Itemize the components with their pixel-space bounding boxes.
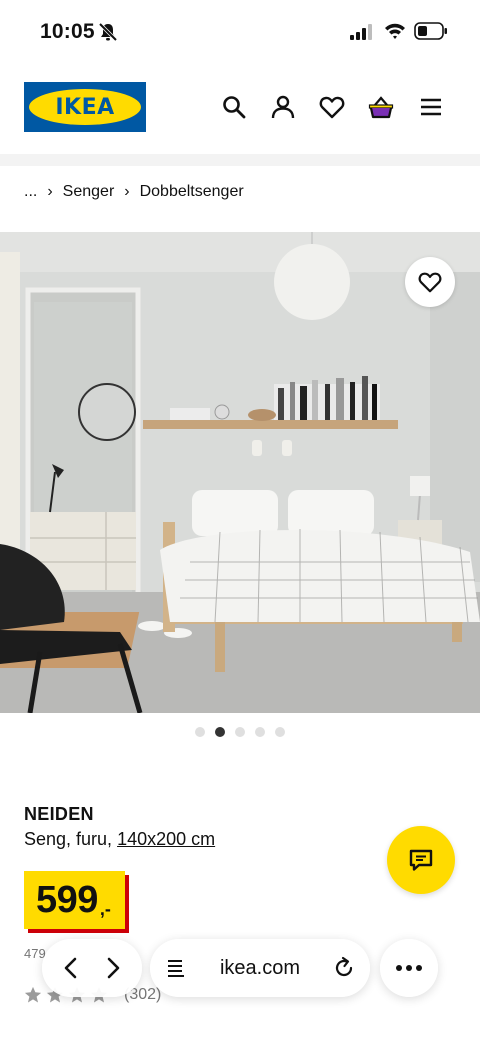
heart-outline-icon: [418, 272, 442, 293]
carousel-dot[interactable]: [195, 727, 205, 737]
site-header: IKEA: [0, 62, 480, 154]
status-time: 10:05: [40, 20, 95, 43]
user-icon[interactable]: [270, 94, 296, 120]
ikea-logo[interactable]: IKEA: [24, 82, 146, 132]
browser-url-bar[interactable]: ikea.com: [150, 939, 370, 997]
product-name: NEIDEN: [24, 804, 94, 824]
menu-icon[interactable]: [418, 94, 444, 120]
browser-nav-pill: [42, 939, 142, 997]
product-type: Seng, furu,: [24, 829, 118, 849]
carousel-dot[interactable]: [255, 727, 265, 737]
back-arrow-icon[interactable]: [60, 955, 82, 981]
logo-oval: IKEA: [29, 89, 141, 125]
signal-icon: [350, 24, 372, 40]
carousel-dot[interactable]: [235, 727, 245, 737]
header-divider: [0, 154, 480, 166]
more-options-button[interactable]: [380, 939, 438, 997]
logo-text: IKEA: [55, 94, 115, 120]
reload-icon[interactable]: [332, 956, 356, 980]
status-bar: 10:05: [0, 0, 480, 62]
carousel-dot-active[interactable]: [215, 727, 225, 737]
heart-icon[interactable]: [319, 94, 345, 120]
product-size-link[interactable]: 140x200 cm: [117, 829, 215, 849]
product-image[interactable]: [0, 232, 480, 713]
breadcrumb-separator: ›: [47, 183, 53, 200]
price-tag: 599 ,-: [24, 871, 125, 929]
breadcrumb-dobbeltsenger[interactable]: Dobbeltsenger: [140, 183, 244, 201]
search-icon[interactable]: [221, 94, 247, 120]
url-text: ikea.com: [219, 956, 301, 979]
star-icon: [24, 986, 42, 1003]
wifi-icon: [385, 23, 405, 39]
breadcrumb-separator: ›: [124, 183, 130, 200]
carousel-dot[interactable]: [275, 727, 285, 737]
price-value: 599: [36, 879, 98, 921]
price-suffix: ,-: [99, 899, 111, 919]
chat-button[interactable]: [387, 826, 455, 894]
breadcrumb-ellipsis[interactable]: ...: [24, 183, 37, 201]
breadcrumb: ... › Senger › Dobbeltsenger: [24, 180, 244, 204]
basket-icon[interactable]: [368, 94, 394, 120]
bell-slash-icon: [98, 22, 118, 42]
breadcrumb-senger[interactable]: Senger: [63, 183, 115, 201]
chat-bubble-icon: [409, 849, 433, 871]
battery-icon: [414, 22, 447, 40]
bedroom-photo: [0, 232, 480, 713]
add-to-favourites-button[interactable]: [405, 257, 455, 307]
carousel-dots: [195, 727, 285, 737]
ellipsis-icon: [396, 965, 422, 971]
product-description: Seng, furu, 140x200 cm: [24, 829, 215, 850]
reader-mode-icon[interactable]: [164, 956, 188, 980]
forward-arrow-icon[interactable]: [102, 955, 124, 981]
